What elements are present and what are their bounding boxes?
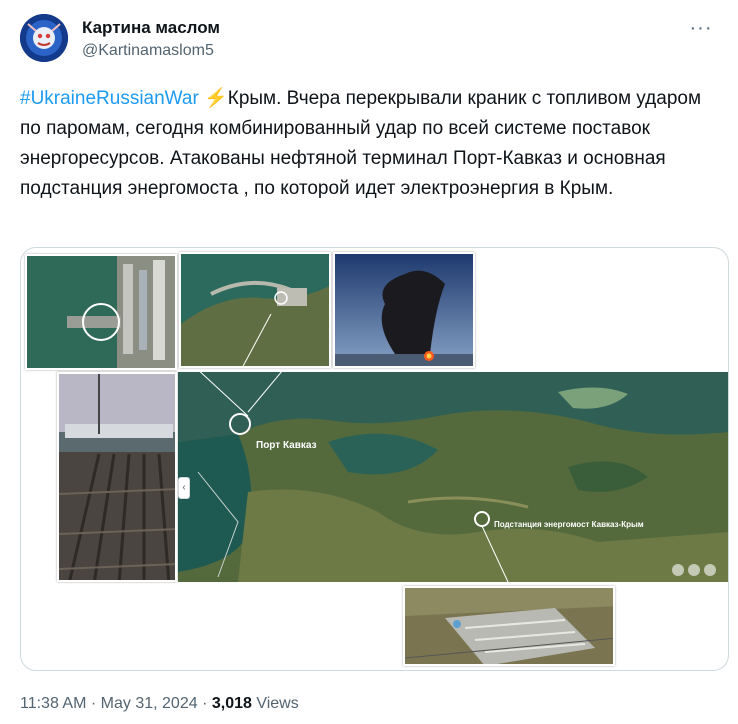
photo-port-closeup: [25, 254, 177, 370]
tweet-time[interactable]: 11:38 AM: [20, 695, 86, 712]
photo-substation: [403, 586, 615, 666]
tweet-date[interactable]: May 31, 2024: [101, 695, 198, 712]
user-handle[interactable]: @Kartinamaslom5: [82, 42, 214, 60]
satellite-map: Порт Кавказ Подстанция энергомост Кавказ…: [178, 372, 728, 582]
hashtag-link[interactable]: #UkraineRussianWar: [20, 88, 199, 109]
tweet-text: #UkraineRussianWar ⚡Крым. Вчера перекрыв…: [20, 84, 720, 204]
lightning-emoji: ⚡: [204, 88, 228, 109]
map-label-substation: Подстанция энергомост Кавказ-Крым: [494, 520, 644, 529]
meta-separator: ·: [90, 695, 97, 712]
display-name[interactable]: Картина маслом: [82, 18, 220, 38]
photo-fire-smoke: [333, 252, 475, 368]
avatar[interactable]: [20, 14, 68, 62]
person-avatar-icon: [20, 14, 68, 62]
views-label: Views: [256, 695, 299, 712]
tweet-header: Картина маслом @Kartinamaslom5 ···: [20, 14, 720, 62]
meta-separator: ·: [202, 695, 208, 712]
photo-port-aerial: [179, 252, 331, 368]
media-scroll-left-button[interactable]: ‹: [178, 477, 190, 499]
map-label-port: Порт Кавказ: [256, 440, 317, 451]
tweet-meta: 11:38 AM · May 31, 2024 · 3,018 Views: [20, 695, 299, 713]
more-icon[interactable]: ···: [686, 16, 716, 40]
tweet-media[interactable]: Порт Кавказ Подстанция энергомост Кавказ…: [20, 247, 729, 671]
views-count: 3,018: [211, 695, 252, 712]
photo-ferry-deck: [57, 372, 177, 582]
